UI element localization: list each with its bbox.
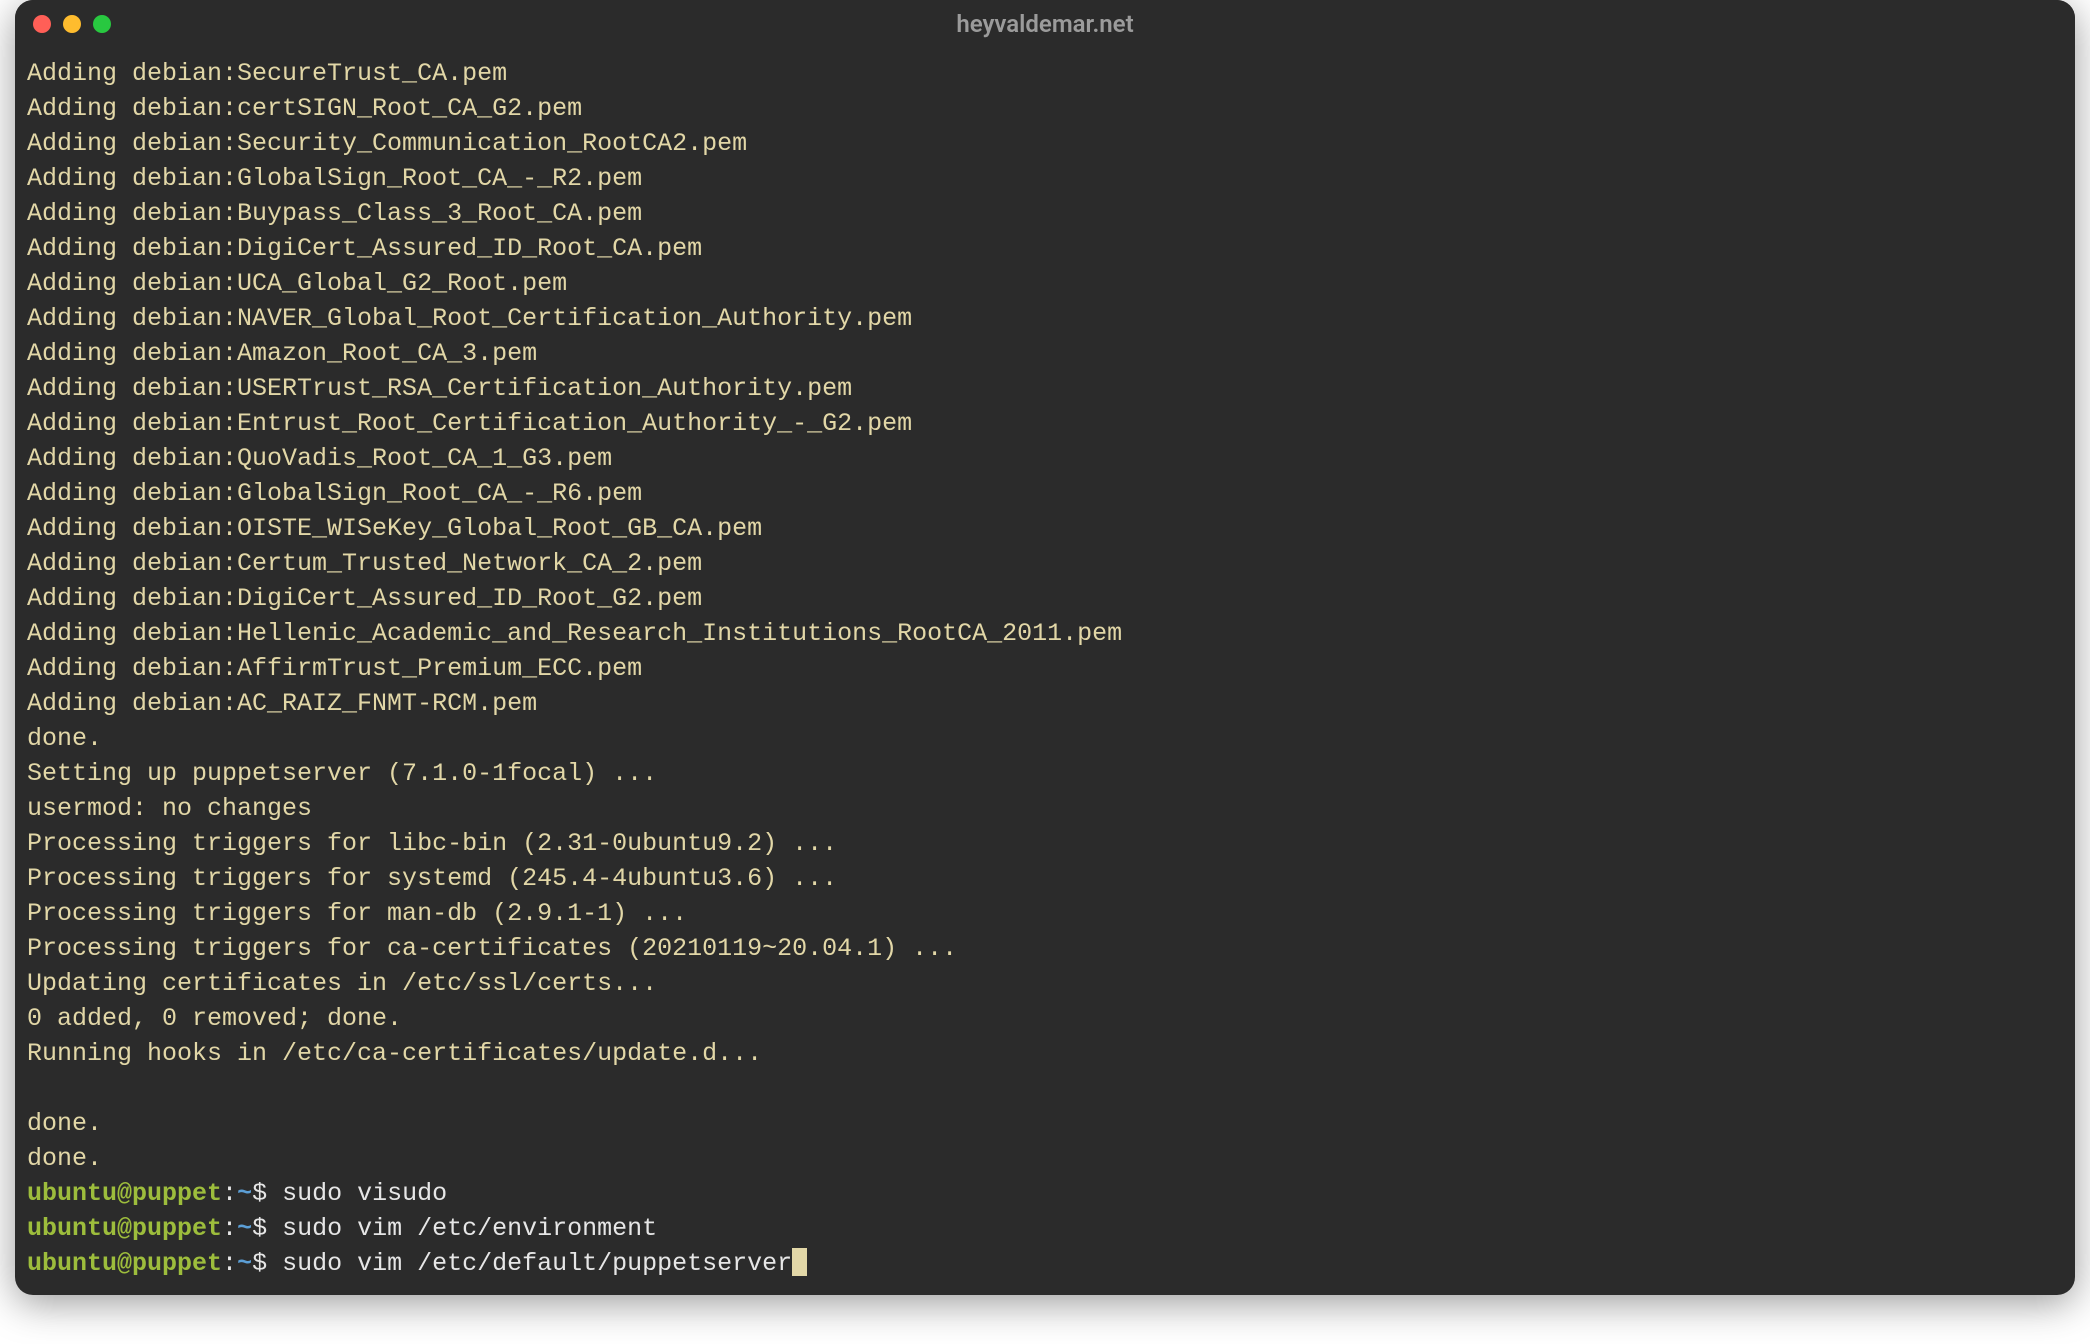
- command-text[interactable]: sudo vim /etc/default/puppetserver: [282, 1249, 792, 1278]
- prompt-user-host: ubuntu@puppet: [27, 1214, 222, 1243]
- command-text[interactable]: sudo visudo: [282, 1179, 447, 1208]
- prompt-line: ubuntu@puppet:~$ sudo vim /etc/default/p…: [27, 1246, 2063, 1281]
- output-line: usermod: no changes: [27, 791, 2063, 826]
- prompt-dollar: $: [252, 1214, 282, 1243]
- output-line: [27, 1071, 2063, 1106]
- output-line: Processing triggers for systemd (245.4-4…: [27, 861, 2063, 896]
- output-line: Processing triggers for libc-bin (2.31-0…: [27, 826, 2063, 861]
- output-line: Adding debian:OISTE_WISeKey_Global_Root_…: [27, 511, 2063, 546]
- output-line: Adding debian:AC_RAIZ_FNMT-RCM.pem: [27, 686, 2063, 721]
- output-line: Adding debian:Entrust_Root_Certification…: [27, 406, 2063, 441]
- prompt-user-host: ubuntu@puppet: [27, 1249, 222, 1278]
- output-line: Running hooks in /etc/ca-certificates/up…: [27, 1036, 2063, 1071]
- terminal-window: heyvaldemar.net Adding debian:SecureTrus…: [15, 0, 2075, 1295]
- output-line: Adding debian:DigiCert_Assured_ID_Root_C…: [27, 231, 2063, 266]
- prompt-colon: :: [222, 1179, 237, 1208]
- output-line: Adding debian:SecureTrust_CA.pem: [27, 56, 2063, 91]
- terminal-output[interactable]: Adding debian:SecureTrust_CA.pemAdding d…: [15, 48, 2075, 1295]
- prompt-user-host: ubuntu@puppet: [27, 1179, 222, 1208]
- output-line: Adding debian:Buypass_Class_3_Root_CA.pe…: [27, 196, 2063, 231]
- output-line: done.: [27, 1106, 2063, 1141]
- prompt-colon: :: [222, 1214, 237, 1243]
- prompt-colon: :: [222, 1249, 237, 1278]
- close-icon[interactable]: [33, 15, 51, 33]
- output-line: Adding debian:AffirmTrust_Premium_ECC.pe…: [27, 651, 2063, 686]
- prompt-path: ~: [237, 1249, 252, 1278]
- command-text[interactable]: sudo vim /etc/environment: [282, 1214, 657, 1243]
- prompt-line: ubuntu@puppet:~$ sudo vim /etc/environme…: [27, 1211, 2063, 1246]
- minimize-icon[interactable]: [63, 15, 81, 33]
- output-line: Adding debian:certSIGN_Root_CA_G2.pem: [27, 91, 2063, 126]
- output-line: Adding debian:Certum_Trusted_Network_CA_…: [27, 546, 2063, 581]
- output-line: Processing triggers for ca-certificates …: [27, 931, 2063, 966]
- output-line: Adding debian:GlobalSign_Root_CA_-_R6.pe…: [27, 476, 2063, 511]
- prompt-dollar: $: [252, 1179, 282, 1208]
- window-title: heyvaldemar.net: [15, 10, 2075, 38]
- prompt-path: ~: [237, 1179, 252, 1208]
- output-line: done.: [27, 1141, 2063, 1176]
- output-line: Adding debian:Hellenic_Academic_and_Rese…: [27, 616, 2063, 651]
- cursor-icon: [792, 1248, 807, 1276]
- output-line: Adding debian:Security_Communication_Roo…: [27, 126, 2063, 161]
- output-line: Setting up puppetserver (7.1.0-1focal) .…: [27, 756, 2063, 791]
- traffic-lights: [33, 15, 111, 33]
- zoom-icon[interactable]: [93, 15, 111, 33]
- output-line: Adding debian:Amazon_Root_CA_3.pem: [27, 336, 2063, 371]
- titlebar: heyvaldemar.net: [15, 0, 2075, 48]
- output-line: Adding debian:UCA_Global_G2_Root.pem: [27, 266, 2063, 301]
- output-line: Adding debian:DigiCert_Assured_ID_Root_G…: [27, 581, 2063, 616]
- output-line: Adding debian:GlobalSign_Root_CA_-_R2.pe…: [27, 161, 2063, 196]
- output-line: Adding debian:USERTrust_RSA_Certificatio…: [27, 371, 2063, 406]
- prompt-line: ubuntu@puppet:~$ sudo visudo: [27, 1176, 2063, 1211]
- prompt-dollar: $: [252, 1249, 282, 1278]
- output-line: done.: [27, 721, 2063, 756]
- output-line: Updating certificates in /etc/ssl/certs.…: [27, 966, 2063, 1001]
- output-line: 0 added, 0 removed; done.: [27, 1001, 2063, 1036]
- output-line: Processing triggers for man-db (2.9.1-1)…: [27, 896, 2063, 931]
- output-line: Adding debian:NAVER_Global_Root_Certific…: [27, 301, 2063, 336]
- prompt-path: ~: [237, 1214, 252, 1243]
- output-line: Adding debian:QuoVadis_Root_CA_1_G3.pem: [27, 441, 2063, 476]
